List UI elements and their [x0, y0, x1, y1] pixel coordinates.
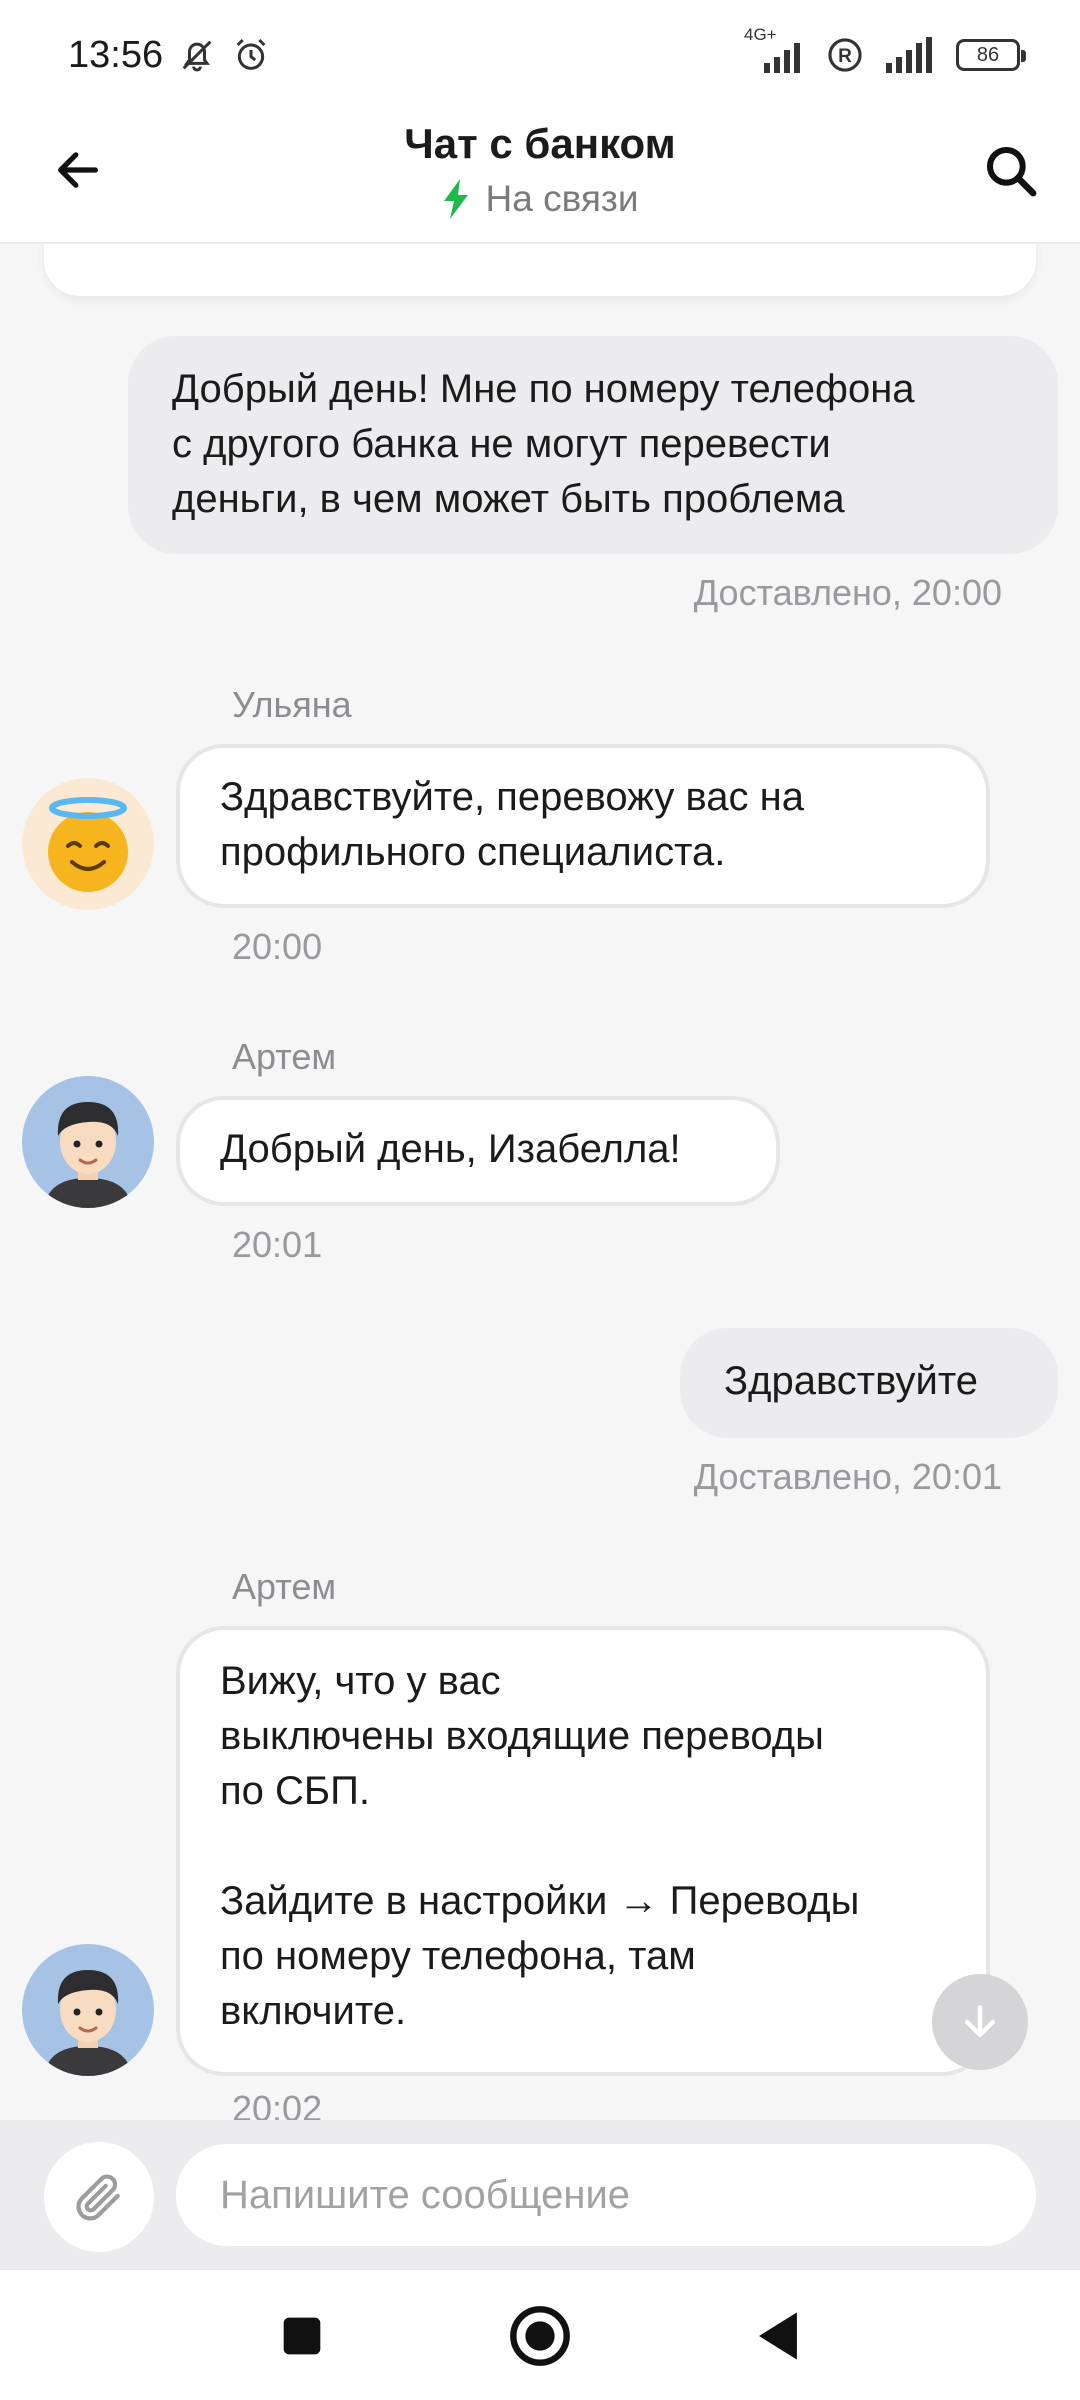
square-icon [283, 2317, 321, 2355]
header-title-block: Чат с банком На связи [0, 120, 1080, 220]
message-time: 20:02 [232, 2088, 323, 2120]
status-left: 13:56 [68, 34, 271, 77]
message-line: Зайдите в настройки → Переводы [220, 1879, 860, 1923]
delivery-status: Доставлено, 20:00 [693, 572, 1002, 613]
message-line: Добрый день! Мне по номеру телефона [172, 367, 915, 411]
message-line: Здравствуйте [724, 1359, 978, 1403]
message-line: Добрый день, Изабелла! [220, 1127, 681, 1171]
recents-button[interactable] [266, 2300, 338, 2372]
angel-emoji-icon [48, 797, 128, 892]
scroll-to-bottom-button[interactable] [932, 1974, 1028, 2070]
chat-status: На связи [0, 178, 1080, 220]
man-avatar-icon [44, 1970, 132, 2076]
back-triangle-icon [759, 2312, 797, 2360]
lightning-icon [443, 179, 468, 219]
message-line: включите. [220, 1989, 407, 2033]
man-avatar[interactable] [22, 1076, 154, 1208]
message-line: с другого банка не могут перевести [172, 422, 831, 466]
network-label: 4G+ [744, 25, 777, 44]
message-bubble-incoming[interactable]: Добрый день, Изабелла! [176, 1096, 780, 1206]
chat-header: Чат с банком На связи [0, 110, 1080, 244]
search-button[interactable] [978, 138, 1044, 204]
message-list[interactable]: Добрый день! Мне по номеру телефона с др… [0, 244, 1080, 2120]
message-line: по СБП. [220, 1769, 371, 1813]
svg-text:R: R [838, 46, 852, 67]
status-bar: 13:56 4G+ R 86 [0, 0, 1080, 110]
message-input[interactable] [176, 2144, 1036, 2246]
delivery-status: Доставлено, 20:01 [693, 1456, 1002, 1497]
paperclip-icon [76, 2174, 120, 2221]
signal-icon: 4G+ [744, 25, 808, 75]
man-avatar[interactable] [22, 1944, 154, 2076]
arrow-down-icon [964, 2005, 996, 2038]
message-bubble-outgoing[interactable]: Здравствуйте [680, 1328, 1058, 1438]
attach-button[interactable] [44, 2142, 154, 2252]
status-text: На связи [485, 178, 639, 219]
home-button[interactable] [504, 2300, 576, 2372]
sender-name: Артем [232, 1566, 337, 1607]
message-line: профильного специалиста. [220, 830, 726, 874]
message-time: 20:01 [232, 1224, 323, 1265]
bell-off-icon [182, 40, 212, 72]
angel-emoji-avatar[interactable] [22, 778, 154, 910]
message-line: Здравствуйте, перевожу вас на [220, 775, 804, 819]
alarm-icon [236, 38, 266, 70]
message-composer [0, 2120, 1080, 2270]
signal-icon-2 [886, 37, 932, 73]
message-line: выключены входящие переводы [220, 1714, 824, 1758]
message-bubble-incoming[interactable]: Вижу, что у вас выключены входящие перев… [176, 1626, 990, 2076]
battery-icon: 86 [956, 39, 1026, 71]
previous-message-card [44, 244, 1036, 296]
message-bubble-outgoing[interactable]: Добрый день! Мне по номеру телефона с др… [128, 336, 1058, 554]
status-time: 13:56 [68, 33, 164, 76]
back-nav-button[interactable] [742, 2300, 814, 2372]
chat-title: Чат с банком [404, 120, 676, 167]
sender-name: Артем [232, 1036, 337, 1077]
battery-level: 86 [976, 43, 1000, 66]
sender-name: Ульяна [232, 684, 352, 725]
message-line [220, 1819, 946, 1874]
home-circle-icon [510, 2306, 570, 2366]
status-right: 4G+ R 86 [744, 25, 1026, 75]
search-icon [986, 146, 1037, 197]
message-line: по номеру телефона, там [220, 1934, 696, 1978]
roaming-icon: R [828, 38, 862, 72]
man-avatar-icon [44, 1102, 132, 1208]
system-nav-bar [0, 2270, 1080, 2400]
message-line: деньги, в чем может быть проблема [172, 477, 845, 521]
message-time: 20:00 [232, 926, 323, 967]
message-bubble-incoming[interactable]: Здравствуйте, перевожу вас на профильног… [176, 744, 990, 908]
message-line: Вижу, что у вас [220, 1659, 501, 1703]
